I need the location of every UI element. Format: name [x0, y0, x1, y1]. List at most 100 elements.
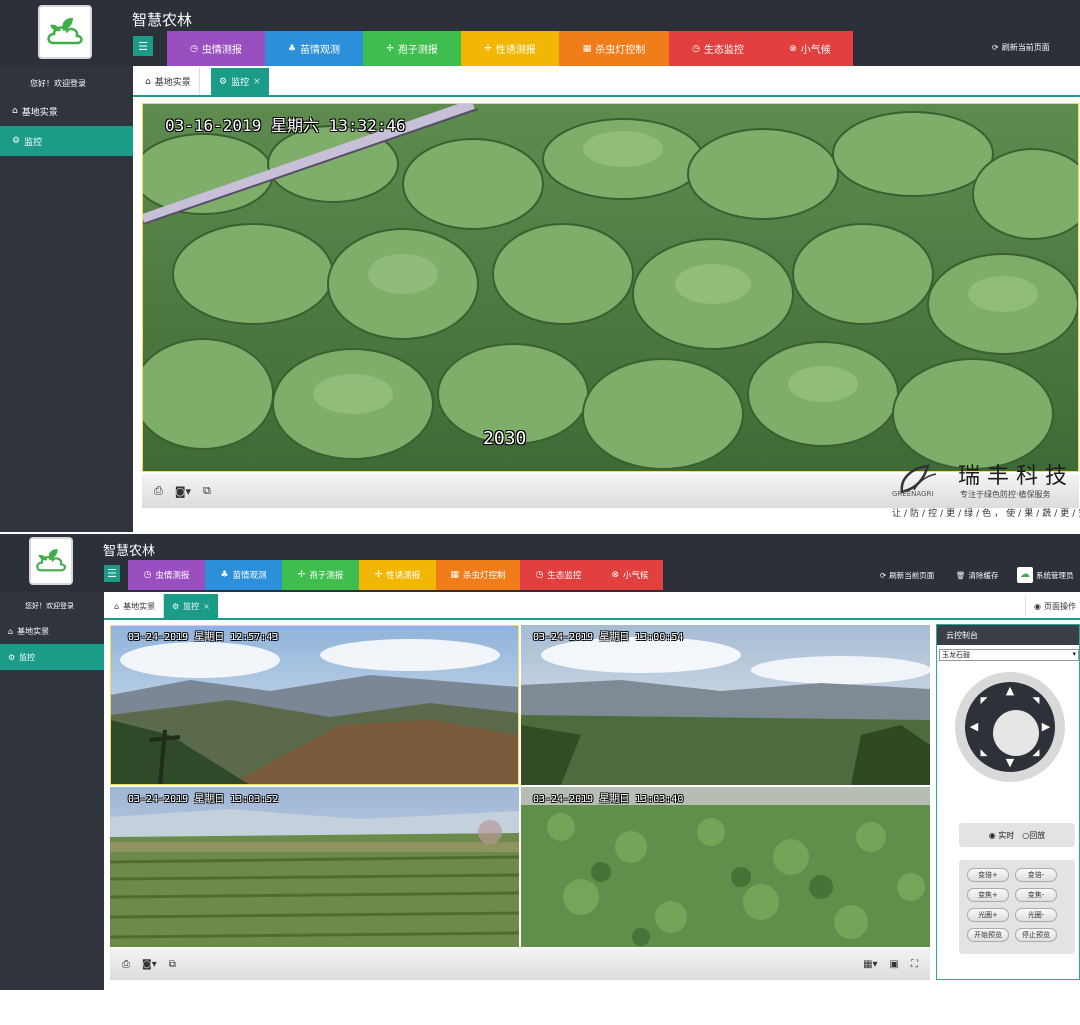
mountain-valley-video-image: [110, 625, 519, 785]
refresh-icon: ⟳: [880, 571, 887, 580]
tab-base-scene[interactable]: ⌂ 基地实景: [106, 594, 165, 618]
avatar: ☁: [1017, 567, 1033, 583]
record-icon[interactable]: ⎙: [154, 484, 163, 498]
stop-preview-button[interactable]: 停止预览: [1015, 928, 1057, 942]
close-circle-icon: ⊗: [611, 570, 620, 580]
menu-toggle-button[interactable]: ☰: [104, 565, 120, 582]
camera-feed-2[interactable]: 03-24-2019 星期日 13:00:54: [521, 625, 930, 785]
camera-snapshot-icon[interactable]: ◙▾: [175, 485, 191, 498]
mountain-forest-video-image: [521, 625, 930, 785]
sidebar-item-monitoring[interactable]: ⚙ 监控: [0, 126, 133, 156]
refresh-page-button[interactable]: ⟳ 刷新当前页面: [880, 570, 934, 581]
nav-tab-seedling-observation[interactable]: ♣ 苗情观测: [205, 560, 282, 590]
arrow-up-icon[interactable]: ▲: [1003, 684, 1017, 698]
start-preview-button[interactable]: 开始预览: [967, 928, 1009, 942]
camera-feed-4[interactable]: 03-24-2019 星期日 13:03:40: [521, 787, 930, 947]
zoom-in-button[interactable]: 变倍+: [967, 868, 1009, 882]
focus-minus-button[interactable]: 变焦-: [1015, 888, 1057, 902]
radio-playback[interactable]: ○回放: [1022, 830, 1045, 841]
grid-layout-icon[interactable]: ▦▾: [863, 959, 877, 970]
nav-tab-ecology-monitoring[interactable]: ◷ 生态监控: [669, 31, 767, 66]
vegetable-field-video-image: [143, 104, 1078, 471]
user-menu[interactable]: ☁ 系统管理员: [1017, 567, 1074, 583]
top-bar: 智慧农林 ☰ ◷ 虫情测报 ♣ 苗情观测 ✢ 孢子测报 ✢ 性诱测报 ▦ 杀虫灯控制 ◷ 生…: [0, 0, 1080, 66]
greeting-text: 您好！欢迎登录: [30, 79, 86, 88]
menu-icon: ☰: [138, 39, 148, 53]
top-bar: 智慧农林 ☰ ◷ 虫情测报 ♣ 苗情观测 ✢ 孢子测报 ✢ 性诱测报 ▦ 杀虫灯控制 ◷ 生…: [0, 534, 1080, 592]
nav-tab-seedling-observation[interactable]: ♣ 苗情观测: [265, 31, 363, 66]
fullscreen-icon[interactable]: ⛶: [911, 959, 918, 970]
gear-icon: ⚙: [172, 601, 180, 611]
ptz-control-panel: 云控制台 玉龙石鼓 ▾ ▲ ▼ ◀ ▶ ◤ ◥ ◣ ◢ ◉ 实时 ○回放 变倍+…: [936, 624, 1080, 980]
arrow-left-icon[interactable]: ◀: [967, 720, 981, 734]
nav-tab-spore-forecast[interactable]: ✢ 孢子测报: [363, 31, 461, 66]
radio-realtime[interactable]: ◉ 实时: [989, 830, 1015, 841]
arrow-right-icon[interactable]: ▶: [1039, 720, 1053, 734]
screenshot-single-view: 智慧农林 ☰ ◷ 虫情测报 ♣ 苗情观测 ✢ 孢子测报 ✢ 性诱测报 ▦ 杀虫灯控制 ◷ 生…: [0, 0, 1080, 532]
close-tab-icon[interactable]: ×: [203, 602, 210, 611]
nav-tab-pest-forecast[interactable]: ◷ 虫情测报: [167, 31, 265, 66]
nav-tab-pheromone-forecast[interactable]: ✢ 性诱测报: [461, 31, 559, 66]
brand-name: 瑞丰科技: [958, 464, 1075, 489]
sidebar: 您好！欢迎登录 ⌂ 基地实景 ⚙ 监控: [0, 66, 133, 532]
camera-select[interactable]: 玉龙石鼓 ▾: [939, 649, 1079, 661]
page-operations-button[interactable]: ◉ 页面操作: [1025, 596, 1076, 616]
brand-watermark: 瑞丰科技 GREENAGRI 专注于绿色防控·植保服务 让/防/控/更/绿/色，…: [892, 456, 1080, 522]
arrow-down-icon[interactable]: ▼: [1003, 756, 1017, 770]
cloud-leaf-logo-icon: [47, 17, 83, 45]
nav-tab-pest-forecast[interactable]: ◷ 虫情测报: [128, 560, 205, 590]
brand-tagline: 专注于绿色防控·植保服务: [960, 490, 1051, 499]
lamp-icon: ▦: [450, 570, 459, 580]
nav-tab-insect-lamp-control[interactable]: ▦ 杀虫灯控制: [559, 31, 669, 66]
zoom-region-icon[interactable]: ⧉: [169, 959, 176, 970]
camera-feed-1[interactable]: 03-24-2019 星期日 12:57:43: [110, 625, 519, 785]
clear-cache-button[interactable]: 🗑 清除缓存: [956, 570, 999, 581]
home-icon: ⌂: [12, 106, 18, 116]
tab-monitoring[interactable]: ⚙ 监控 ×: [164, 594, 218, 618]
nav-tab-insect-lamp-control[interactable]: ▦ 杀虫灯控制: [436, 560, 520, 590]
sidebar-item-base-scene[interactable]: ⌂ 基地实景: [0, 96, 133, 126]
zoom-region-icon[interactable]: ⧉: [203, 484, 211, 498]
camera-3-timestamp: 03-24-2019 星期日 13:03:52: [128, 794, 279, 805]
ptz-title: 云控制台: [937, 625, 1079, 645]
menu-toggle-button[interactable]: ☰: [133, 36, 153, 56]
camera-snapshot-icon[interactable]: ◙▾: [142, 959, 157, 970]
sidebar-item-base-scene[interactable]: ⌂ 基地实景: [0, 618, 104, 644]
arrow-up-right-icon[interactable]: ◥: [1029, 694, 1043, 708]
sidebar-item-monitoring[interactable]: ⚙ 监控: [0, 644, 104, 670]
clock-icon: ◷: [535, 570, 544, 580]
nav-tab-pheromone-forecast[interactable]: ✢ 性诱测报: [359, 560, 436, 590]
clock-icon: ◷: [190, 43, 198, 54]
gear-icon: ⚙: [219, 76, 228, 87]
focus-plus-button[interactable]: 变焦+: [967, 888, 1009, 902]
record-icon[interactable]: ⎙: [122, 959, 130, 970]
sprout-icon: ✢: [484, 43, 492, 54]
camera-feed-3[interactable]: 03-24-2019 星期日 13:03:52: [110, 787, 519, 947]
camera-grid: 03-24-2019 星期日 12:57:43 03-24-2019 星期日 1…: [110, 625, 930, 947]
refresh-icon: ⟳: [992, 43, 999, 52]
tab-base-scene[interactable]: ⌂ 基地实景: [137, 68, 200, 95]
tab-monitoring[interactable]: ⚙ 监控 ×: [211, 68, 269, 95]
app-logo: [38, 5, 92, 59]
close-tab-icon[interactable]: ×: [253, 77, 261, 87]
nav-tab-microclimate[interactable]: ⊗ 小气候: [767, 31, 853, 66]
iris-plus-button[interactable]: 光圈+: [967, 908, 1009, 922]
sprout-icon: ✢: [374, 570, 383, 580]
refresh-page-button[interactable]: ⟳ 刷新当前页面: [992, 42, 1050, 53]
nav-tab-spore-forecast[interactable]: ✢ 孢子测报: [282, 560, 359, 590]
sprout-icon: ✢: [297, 570, 306, 580]
brand-slogan: 让/防/控/更/绿/色，使/果/蔬/更/安/全: [892, 509, 1080, 519]
stop-all-icon[interactable]: ▣: [890, 959, 899, 970]
nav-tab-ecology-monitoring[interactable]: ◷ 生态监控: [520, 560, 597, 590]
app-title: 智慧农林: [132, 11, 193, 29]
iris-minus-button[interactable]: 光圈-: [1015, 908, 1057, 922]
camera-feed-main[interactable]: 03-16-2019 星期六 13:32:46 2030: [142, 103, 1079, 472]
trash-icon: 🗑: [956, 571, 966, 580]
ptz-center-button[interactable]: [993, 710, 1039, 756]
arrow-down-left-icon[interactable]: ◣: [977, 746, 991, 760]
arrow-up-left-icon[interactable]: ◤: [977, 694, 991, 708]
nav-tab-microclimate[interactable]: ⊗ 小气候: [597, 560, 663, 590]
zoom-out-button[interactable]: 变倍-: [1015, 868, 1057, 882]
leaf-icon: ♣: [220, 570, 229, 580]
home-icon: ⌂: [145, 76, 151, 87]
